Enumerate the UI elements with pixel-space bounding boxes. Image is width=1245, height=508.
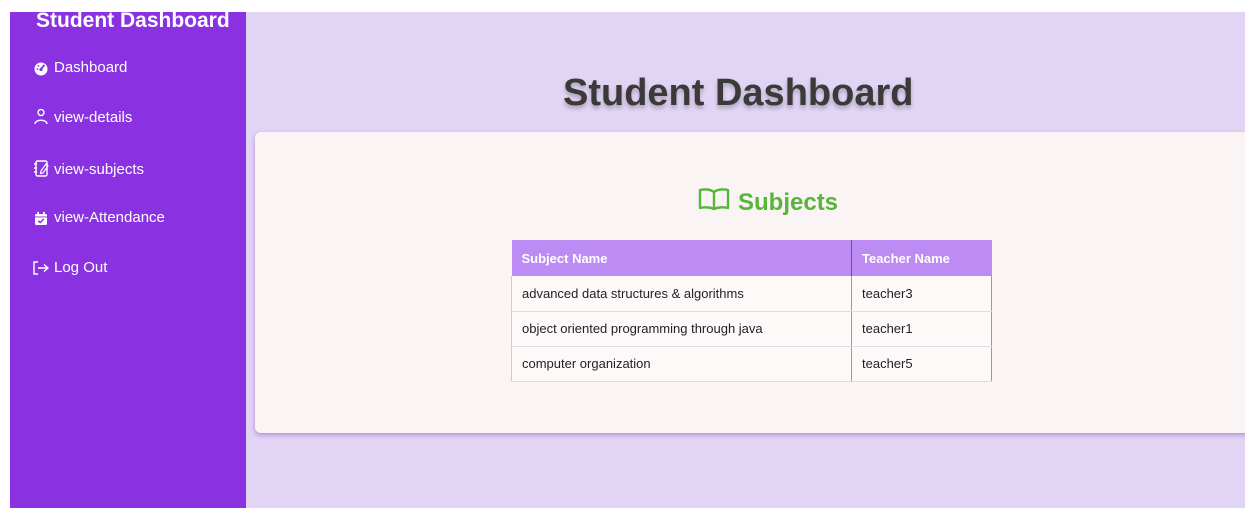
edit-notebook-icon <box>32 158 50 178</box>
sidebar-item-dashboard[interactable]: Dashboard <box>32 56 127 76</box>
table-row: advanced data structures & algorithms te… <box>511 276 992 312</box>
table-header-row: Subject Name Teacher Name <box>511 240 992 276</box>
user-icon <box>32 106 50 126</box>
subjects-heading-text: Subjects <box>738 188 839 216</box>
sidebar-item-view-attendance[interactable]: view-Attendance <box>32 206 165 226</box>
subject-name-cell: object oriented programming through java <box>511 311 852 347</box>
dashboard-gauge-icon <box>32 56 50 76</box>
teacher-name-cell: teacher1 <box>851 311 992 347</box>
column-header-teacher-name: Teacher Name <box>851 240 992 276</box>
sidebar-item-label: view-Attendance <box>54 209 165 226</box>
subjects-heading: Subjects <box>698 187 838 218</box>
calendar-check-icon <box>32 206 50 226</box>
teacher-name-cell: teacher3 <box>851 276 992 312</box>
sidebar: Student Dashboard Dashboard view-details… <box>10 9 246 508</box>
sidebar-item-label: view-details <box>54 109 133 126</box>
sidebar-brand: Student Dashboard <box>36 9 230 32</box>
sidebar-item-view-subjects[interactable]: view-subjects <box>32 158 144 178</box>
subjects-table: Subject Name Teacher Name advanced data … <box>511 240 992 382</box>
sidebar-item-label: Log Out <box>54 259 108 276</box>
app-frame: Student Dashboard Dashboard view-details… <box>10 9 1245 508</box>
subject-name-cell: advanced data structures & algorithms <box>511 276 852 312</box>
sidebar-item-label: Dashboard <box>54 59 128 76</box>
table-row: object oriented programming through java… <box>511 311 992 347</box>
sidebar-item-view-details[interactable]: view-details <box>32 106 132 126</box>
column-header-subject-name: Subject Name <box>511 240 852 276</box>
sidebar-item-log-out[interactable]: Log Out <box>32 256 107 276</box>
subjects-card: Subjects Subject Name Teacher Name advan… <box>255 132 1245 433</box>
sidebar-item-label: view-subjects <box>54 161 145 178</box>
logout-icon <box>32 256 50 276</box>
table-row: computer organization teacher5 <box>511 346 992 382</box>
page-title: Student Dashboard <box>563 72 914 114</box>
open-book-icon <box>698 187 730 218</box>
subject-name-cell: computer organization <box>511 346 852 382</box>
teacher-name-cell: teacher5 <box>851 346 992 382</box>
